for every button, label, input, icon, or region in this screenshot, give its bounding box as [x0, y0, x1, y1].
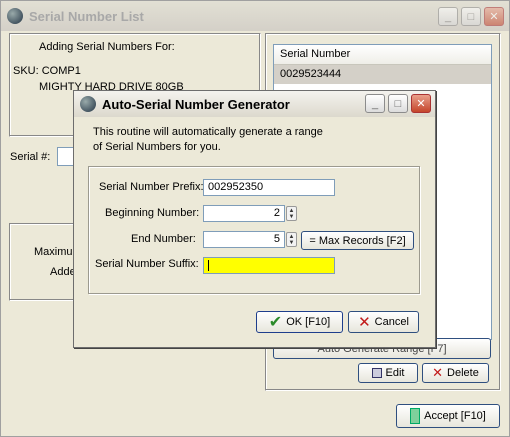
main-titlebar: Serial Number List _ □ ✕ [1, 1, 509, 31]
cancel-x-icon: ✕ [358, 314, 371, 331]
dialog-intro-line-2: of Serial Numbers for you. [93, 141, 221, 153]
spin-down-icon: ▼ [288, 239, 295, 246]
main-window-title: Serial Number List [29, 8, 144, 24]
dialog-titlebar: Auto-Serial Number Generator _ □ ✕ [74, 91, 435, 117]
serial-field-label: Serial #: [10, 151, 51, 163]
ok-button[interactable]: ✔ OK [F10] [256, 311, 343, 333]
edit-button[interactable]: Edit [358, 363, 418, 383]
auto-serial-generator-dialog: Auto-Serial Number Generator _ □ ✕ This … [73, 90, 436, 348]
accept-label: Accept [F10] [424, 410, 486, 422]
delete-button[interactable]: ✕ Delete [422, 363, 489, 383]
dialog-logo-icon [80, 96, 96, 112]
serial-number-column-header[interactable]: Serial Number [274, 45, 491, 65]
prefix-input[interactable]: 002952350 [203, 179, 335, 196]
main-minimize-button[interactable]: _ [438, 7, 458, 26]
text-cursor [208, 259, 209, 271]
ok-label: OK [F10] [286, 316, 331, 328]
sku-label: SKU: COMP1 [13, 65, 81, 77]
dialog-minimize-button[interactable]: _ [365, 94, 385, 113]
spin-down-icon: ▼ [288, 213, 295, 220]
end-number-label: End Number: [131, 233, 196, 245]
delete-label: Delete [447, 367, 479, 379]
app-logo-icon [7, 8, 23, 24]
main-close-button[interactable]: ✕ [484, 7, 504, 26]
main-maximize-button[interactable]: □ [461, 7, 481, 26]
prefix-label: Serial Number Prefix: [99, 181, 204, 193]
dialog-maximize-button[interactable]: □ [388, 94, 408, 113]
accept-button[interactable]: Accept [F10] [396, 404, 500, 428]
checkmark-icon: ✔ [268, 314, 283, 331]
beginning-number-input[interactable]: 2 [203, 205, 285, 222]
dialog-close-button[interactable]: ✕ [411, 94, 431, 113]
list-item[interactable]: 0029523444 [274, 65, 491, 84]
suffix-input[interactable] [203, 257, 335, 274]
end-number-spinner[interactable]: ▲ ▼ [286, 232, 297, 247]
dialog-title: Auto-Serial Number Generator [102, 96, 290, 112]
beginning-number-spinner[interactable]: ▲ ▼ [286, 206, 297, 221]
cancel-button[interactable]: ✕ Cancel [348, 311, 419, 333]
adding-serial-numbers-label: Adding Serial Numbers For: [39, 41, 175, 53]
accept-door-icon [410, 408, 421, 424]
edit-icon [371, 368, 382, 378]
max-records-button[interactable]: = Max Records [F2] [301, 231, 414, 250]
suffix-label: Serial Number Suffix: [95, 258, 199, 270]
cancel-label: Cancel [374, 316, 409, 328]
beginning-number-label: Beginning Number: [105, 207, 200, 219]
added-label: Adde [50, 266, 76, 278]
dialog-intro-line-1: This routine will automatically generate… [93, 126, 323, 138]
edit-label: Edit [385, 367, 405, 379]
end-number-input[interactable]: 5 [203, 231, 285, 248]
delete-x-icon: ✕ [432, 365, 444, 380]
